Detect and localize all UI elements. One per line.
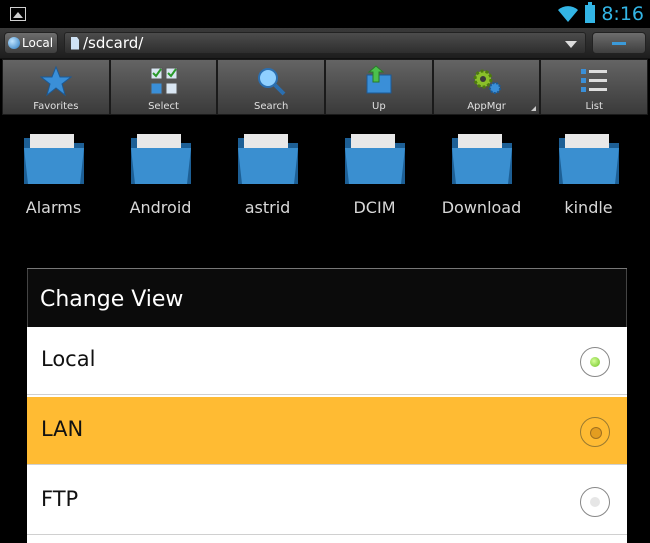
path-bar: Local /sdcard/ — [0, 28, 650, 59]
status-bar: 8:16 — [0, 0, 650, 28]
dialog-title-bar: Change View — [27, 269, 627, 327]
radio-dot-icon — [590, 497, 600, 507]
select-button[interactable]: Select — [109, 59, 218, 115]
folder-icon — [24, 134, 84, 184]
folder-icon — [131, 134, 191, 184]
folder-label: Download — [441, 198, 522, 217]
radio-dot-icon — [590, 357, 600, 367]
search-icon — [258, 68, 286, 96]
collapse-button[interactable] — [592, 32, 646, 54]
folder-grid: Alarms Android astrid DCIM Download kind… — [0, 120, 650, 230]
list-icon — [581, 69, 608, 92]
folder-item[interactable]: Android — [107, 120, 214, 230]
folder-item[interactable]: Download — [428, 120, 535, 230]
overflow-corner-icon — [531, 106, 537, 111]
gear-icon — [473, 69, 501, 94]
battery-icon — [585, 2, 596, 23]
up-label: Up — [372, 101, 386, 112]
folder-icon — [238, 134, 298, 184]
clock: 8:16 — [601, 3, 644, 25]
folder-label: Alarms — [25, 198, 82, 217]
wifi-icon — [558, 6, 579, 22]
location-button-label: Local — [22, 36, 54, 50]
search-label: Search — [254, 101, 289, 112]
folder-label: Android — [129, 198, 192, 217]
star-icon — [39, 65, 72, 97]
folder-item[interactable]: Alarms — [0, 120, 107, 230]
list-label: List — [585, 101, 603, 112]
favorites-button[interactable]: Favorites — [2, 59, 110, 115]
option-local[interactable]: Local — [27, 327, 627, 395]
path-text: /sdcard/ — [83, 34, 144, 52]
select-grid-icon — [150, 67, 177, 95]
appmgr-button[interactable]: AppMgr — [432, 59, 541, 115]
search-button[interactable]: Search — [217, 59, 326, 115]
folder-up-icon — [366, 65, 392, 94]
radio-dot-icon — [590, 427, 602, 439]
folder-icon — [559, 134, 619, 184]
option-label: LAN — [41, 417, 84, 441]
path-dropdown[interactable]: /sdcard/ — [64, 32, 586, 54]
radio-button[interactable] — [580, 487, 610, 517]
change-view-dialog: Change View Local LAN FTP — [27, 268, 627, 543]
folder-label: kindle — [564, 198, 613, 217]
folder-label: astrid — [244, 198, 291, 217]
folder-icon — [452, 134, 512, 184]
sdcard-icon — [71, 36, 79, 50]
gallery-notification-icon — [10, 7, 26, 21]
option-label: FTP — [41, 487, 79, 511]
folder-label: DCIM — [353, 198, 396, 217]
option-ftp[interactable]: FTP — [27, 467, 627, 535]
location-button[interactable]: Local — [4, 32, 58, 54]
option-label: Local — [41, 347, 96, 371]
list-button[interactable]: List — [540, 59, 649, 115]
favorites-label: Favorites — [33, 101, 79, 112]
globe-icon — [8, 37, 20, 49]
toolbar: Favorites Select Search Up AppMgr List — [2, 59, 649, 115]
dropdown-arrow-icon[interactable] — [565, 41, 577, 48]
folder-item[interactable]: astrid — [214, 120, 321, 230]
folder-icon — [345, 134, 405, 184]
radio-button[interactable] — [580, 417, 610, 447]
dialog-title: Change View — [40, 287, 184, 312]
option-lan[interactable]: LAN — [27, 397, 627, 465]
status-icons: 8:16 — [557, 2, 644, 26]
radio-button-selected[interactable] — [580, 347, 610, 377]
folder-item[interactable]: kindle — [535, 120, 642, 230]
folder-item[interactable]: DCIM — [321, 120, 428, 230]
appmgr-label: AppMgr — [467, 101, 506, 112]
up-button[interactable]: Up — [325, 59, 433, 115]
select-label: Select — [148, 101, 179, 112]
